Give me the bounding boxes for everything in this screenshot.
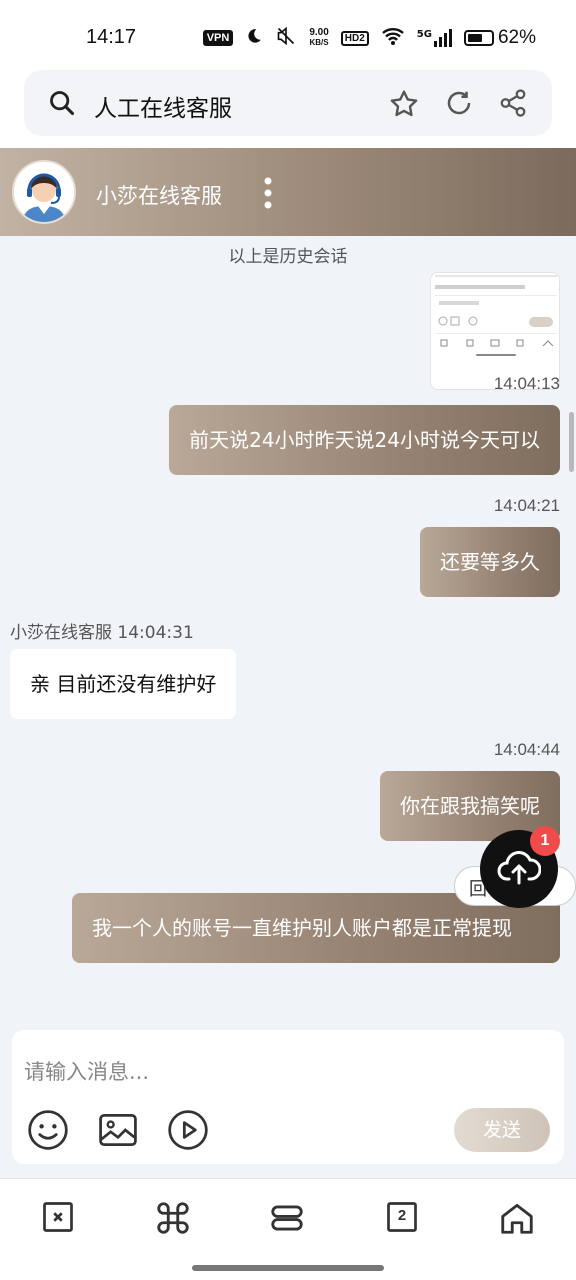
speed-unit: KB/S: [309, 38, 329, 47]
star-icon[interactable]: [388, 88, 420, 124]
cloud-upload-icon: [497, 849, 542, 889]
refresh-icon[interactable]: [444, 88, 474, 122]
search-icon[interactable]: [48, 89, 76, 121]
battery: 62%: [463, 27, 536, 49]
wifi-icon: [381, 26, 405, 50]
status-bar: 14:17 VPN 9.00 KB/S HD2 5G 62%: [0, 0, 576, 64]
bottom-navigation: 2: [0, 1178, 576, 1280]
command-icon[interactable]: [154, 1199, 192, 1241]
image-message[interactable]: [430, 272, 560, 390]
outgoing-message[interactable]: 前天说24小时昨天说24小时说今天可以: [169, 405, 560, 475]
hd-badge: HD2: [340, 30, 369, 46]
image-icon[interactable]: [96, 1108, 140, 1156]
history-label: 以上是历史会话: [228, 247, 348, 267]
status-icons: VPN 9.00 KB/S HD2 5G 62%: [202, 26, 536, 50]
message-composer: 发送: [12, 1030, 564, 1164]
close-tab-icon[interactable]: [40, 1199, 76, 1239]
share-icon[interactable]: [498, 88, 528, 122]
address-bar-area: 人工在线客服: [0, 64, 576, 148]
search-bar[interactable]: 人工在线客服: [24, 70, 552, 136]
network-speed: 9.00 KB/S: [309, 28, 328, 48]
status-time: 14:17: [86, 26, 137, 48]
search-query[interactable]: 人工在线客服: [94, 89, 232, 123]
battery-percent: 62%: [497, 27, 536, 48]
message-timestamp: 14:04:44: [493, 740, 560, 759]
sender-label: 小莎在线客服 14:04:31: [10, 623, 194, 643]
battery-icon: [463, 30, 494, 46]
video-icon[interactable]: [166, 1108, 210, 1156]
message-timestamp: 14:04:13: [493, 374, 560, 393]
tab-count: 2: [397, 1207, 407, 1224]
notification-badge: 1: [530, 826, 560, 856]
avatar[interactable]: [12, 160, 76, 224]
chat-header: 小莎在线客服: [0, 148, 576, 236]
home-icon[interactable]: [498, 1199, 536, 1241]
scrollbar[interactable]: [569, 412, 574, 472]
moon-icon: [245, 27, 263, 49]
home-indicator[interactable]: [192, 1265, 384, 1271]
menu-icon[interactable]: [268, 1199, 306, 1241]
network-type: 5G: [416, 29, 432, 40]
signal-icon: 5G: [417, 29, 452, 47]
battery-fill: [467, 34, 482, 42]
send-button[interactable]: 发送: [454, 1108, 550, 1152]
outgoing-message[interactable]: 还要等多久: [420, 527, 560, 597]
message-input[interactable]: [24, 1044, 544, 1100]
mute-icon: [275, 26, 297, 50]
emoji-icon[interactable]: [26, 1108, 70, 1156]
speed-value: 9.00: [309, 27, 329, 38]
chat-title: 小莎在线客服: [96, 184, 222, 208]
incoming-message[interactable]: 亲 目前还没有维护好: [10, 649, 237, 719]
vpn-badge: VPN: [202, 30, 234, 46]
tabs-icon[interactable]: 2: [384, 1199, 420, 1235]
message-timestamp: 14:04:21: [493, 496, 560, 515]
more-icon[interactable]: [262, 176, 274, 214]
